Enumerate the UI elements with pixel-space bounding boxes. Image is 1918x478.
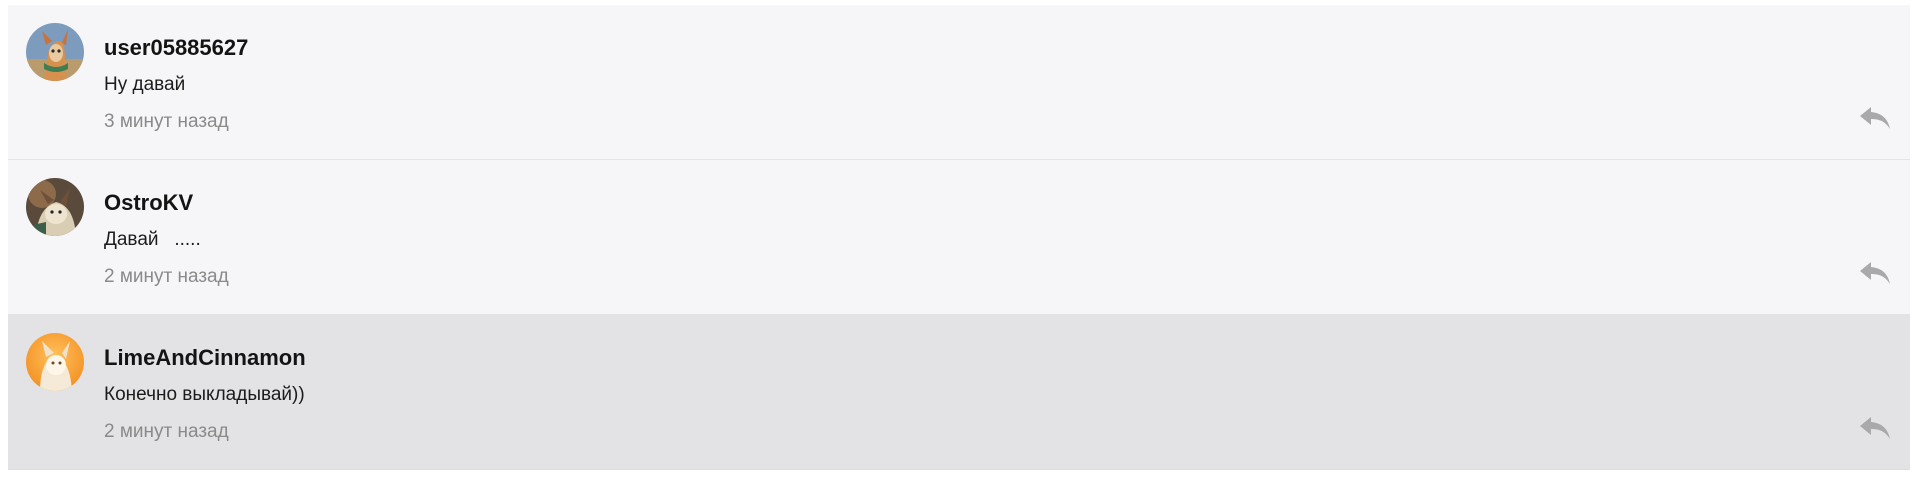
comment-item: user05885627 Ну давай 3 минут назад xyxy=(8,5,1910,160)
reply-arrow-icon xyxy=(1860,107,1890,129)
reply-arrow-icon xyxy=(1860,262,1890,284)
avatar-cartoon-character-icon xyxy=(26,23,84,81)
comment-item: OstroKV Давай ..... 2 минут назад xyxy=(8,160,1910,315)
avatar[interactable] xyxy=(26,178,84,236)
comment-timestamp: 2 минут назад xyxy=(104,421,229,442)
comment-timestamp: 3 минут назад xyxy=(104,111,229,132)
comment-username[interactable]: LimeAndCinnamon xyxy=(104,345,306,371)
comments-list: user05885627 Ну давай 3 минут назад Ostr xyxy=(8,5,1910,473)
avatar-cartoon-character-icon xyxy=(26,333,84,391)
comment-text: Ну давай xyxy=(104,74,186,95)
comment-text: Давай ..... xyxy=(104,229,201,250)
avatar[interactable] xyxy=(26,23,84,81)
reply-button[interactable] xyxy=(1858,415,1892,441)
comment-item: LimeAndCinnamon Конечно выкладывай)) 2 м… xyxy=(8,315,1910,470)
reply-button[interactable] xyxy=(1858,105,1892,131)
reply-arrow-icon xyxy=(1860,417,1890,439)
comment-username[interactable]: OstroKV xyxy=(104,190,193,216)
comment-timestamp: 2 минут назад xyxy=(104,266,229,287)
avatar[interactable] xyxy=(26,333,84,391)
comment-text: Конечно выкладывай)) xyxy=(104,384,305,405)
avatar-cartoon-character-icon xyxy=(26,178,84,236)
comment-username[interactable]: user05885627 xyxy=(104,35,248,61)
reply-button[interactable] xyxy=(1858,260,1892,286)
